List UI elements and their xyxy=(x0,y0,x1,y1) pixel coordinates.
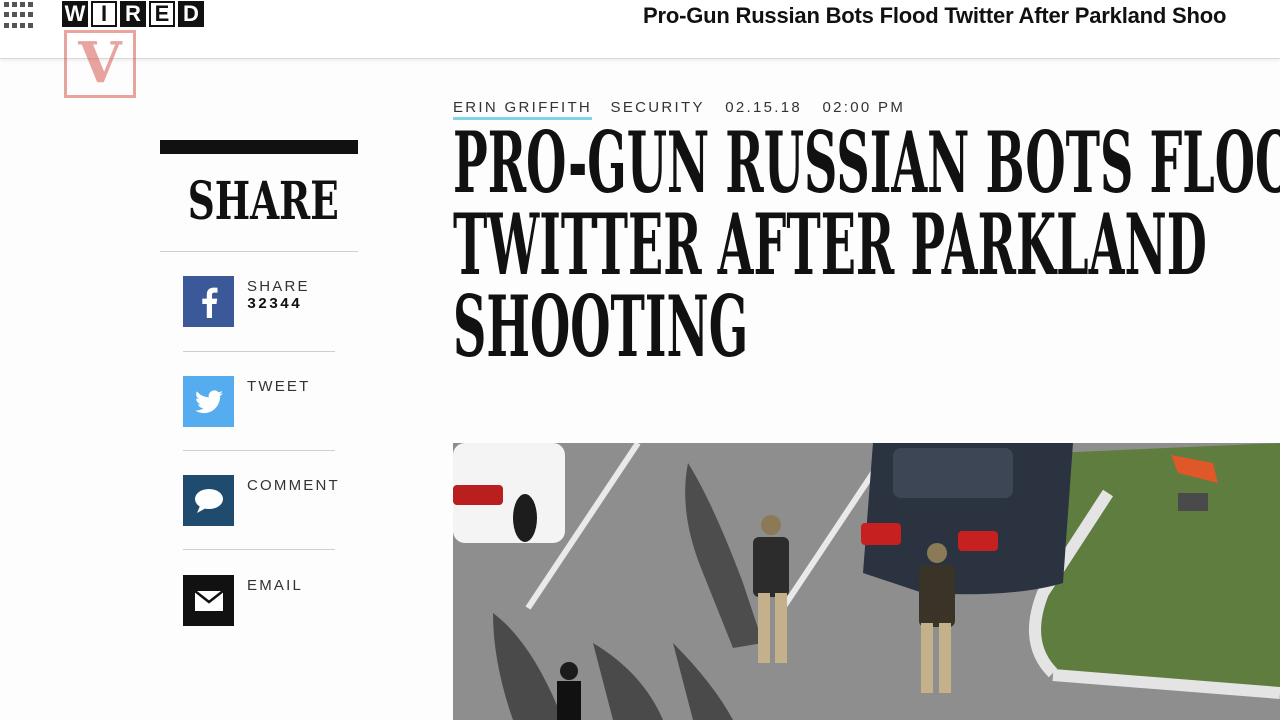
share-item-divider xyxy=(183,549,335,550)
comment-icon[interactable] xyxy=(183,475,234,526)
logo-letter: I xyxy=(91,1,117,27)
hero-image[interactable] xyxy=(453,443,1280,720)
email-button[interactable]: EMAIL xyxy=(183,575,338,635)
share-top-rule xyxy=(160,140,358,154)
wired-logo[interactable]: W I R E D xyxy=(62,1,207,27)
comment-label: COMMENT xyxy=(247,477,340,494)
headline-line: PRO-GUN RUSSIAN BOTS FLOOD xyxy=(453,113,1280,212)
logo-letter: D xyxy=(178,1,204,27)
logo-letter: R xyxy=(120,1,146,27)
watermark-letter: V xyxy=(78,30,122,96)
headline-line: SHOOTING xyxy=(453,277,749,376)
article-headline: PRO-GUN RUSSIAN BOTS FLOOD TWITTER AFTER… xyxy=(453,113,1280,376)
top-navigation-bar: W I R E D Pro-Gun Russian Bots Flood Twi… xyxy=(0,0,1280,59)
share-label: SHARE xyxy=(247,278,310,295)
headline-line: TWITTER AFTER PARKLAND xyxy=(453,195,1207,294)
email-label: EMAIL xyxy=(247,577,304,594)
facebook-icon[interactable] xyxy=(183,276,234,327)
logo-letter: E xyxy=(149,1,175,27)
share-item-divider xyxy=(183,351,335,352)
comment-button[interactable]: COMMENT xyxy=(183,475,338,535)
share-divider xyxy=(160,251,358,252)
top-bar-article-title: Pro-Gun Russian Bots Flood Twitter After… xyxy=(643,3,1227,28)
share-count: 32344 xyxy=(247,296,303,313)
share-item-divider xyxy=(183,450,335,451)
tweet-button[interactable]: TWEET xyxy=(183,376,338,436)
twitter-icon[interactable] xyxy=(183,376,234,427)
facebook-share-button[interactable]: SHARE 32344 xyxy=(183,276,338,336)
parking-lot-photo xyxy=(453,443,1280,720)
logo-letter: W xyxy=(62,1,88,27)
menu-grid-icon[interactable] xyxy=(4,2,34,30)
share-heading: SHARE xyxy=(187,171,339,232)
video-watermark-logo: V xyxy=(64,30,136,98)
tweet-label: TWEET xyxy=(247,378,311,395)
email-icon[interactable] xyxy=(183,575,234,626)
